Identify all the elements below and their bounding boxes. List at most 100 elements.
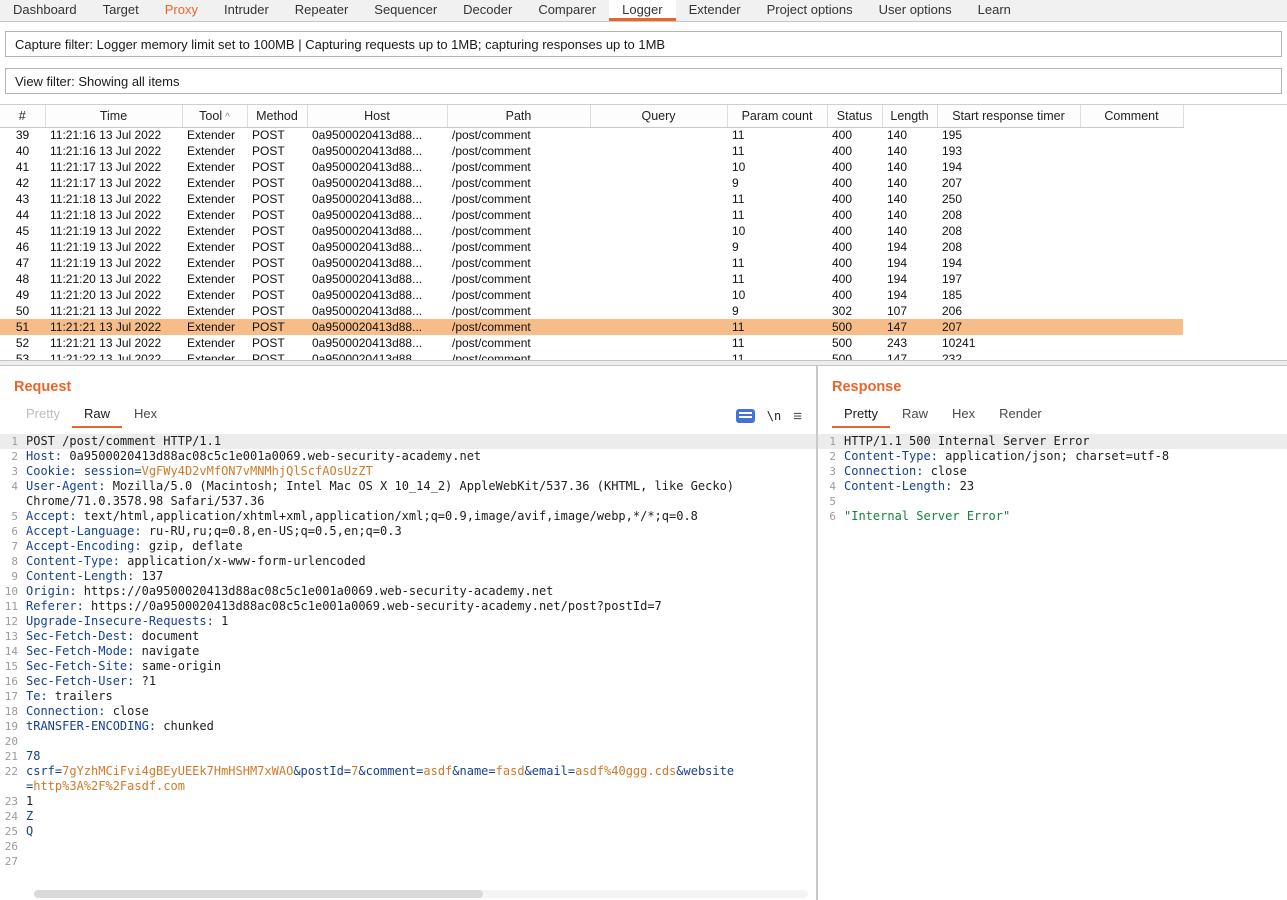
- code-line: 3Connection: close: [818, 464, 1287, 479]
- log-row[interactable]: 4711:21:19 13 Jul 2022ExtenderPOST0a9500…: [0, 255, 1183, 271]
- menu-tab-logger[interactable]: Logger: [609, 0, 675, 21]
- capture-filter-text: Capture filter: Logger memory limit set …: [15, 37, 665, 52]
- code-line: 2178: [0, 749, 816, 764]
- code-line: 17Te: trailers: [0, 689, 816, 704]
- request-tab-pretty[interactable]: Pretty: [14, 404, 72, 428]
- code-line: 20: [0, 734, 816, 749]
- column-header-status[interactable]: Status: [827, 105, 882, 127]
- log-row[interactable]: 5111:21:21 13 Jul 2022ExtenderPOST0a9500…: [0, 319, 1183, 335]
- column-header-query[interactable]: Query: [590, 105, 727, 127]
- log-row[interactable]: 4211:21:17 13 Jul 2022ExtenderPOST0a9500…: [0, 175, 1183, 191]
- log-table-container: #TimeTool^MethodHostPathQueryParam count…: [0, 104, 1287, 360]
- code-line: 7Accept-Encoding: gzip, deflate: [0, 539, 816, 554]
- menu-tab-user-options[interactable]: User options: [866, 0, 965, 21]
- response-tab-hex[interactable]: Hex: [940, 404, 987, 428]
- menu-tab-proxy[interactable]: Proxy: [152, 0, 211, 21]
- log-table-header-row: #TimeTool^MethodHostPathQueryParam count…: [0, 105, 1183, 127]
- menu-tab-learn[interactable]: Learn: [965, 0, 1024, 21]
- response-tab-raw[interactable]: Raw: [890, 404, 940, 428]
- response-title: Response: [818, 366, 1287, 404]
- column-header-start-response-timer[interactable]: Start response timer: [937, 105, 1080, 127]
- menu-tab-dashboard[interactable]: Dashboard: [0, 0, 90, 21]
- column-header-length[interactable]: Length: [882, 105, 937, 127]
- code-line: 13Sec-Fetch-Dest: document: [0, 629, 816, 644]
- sort-ascending-icon: ^: [225, 112, 230, 123]
- menu-tab-comparer[interactable]: Comparer: [525, 0, 609, 21]
- code-line: 4User-Agent: Mozilla/5.0 (Macintosh; Int…: [0, 479, 816, 509]
- code-line: 19tRANSFER-ENCODING: chunked: [0, 719, 816, 734]
- request-editor[interactable]: 1POST /post/comment HTTP/1.12Host: 0a950…: [0, 434, 816, 869]
- code-line: 6Accept-Language: ru-RU,ru;q=0.8,en-US;q…: [0, 524, 816, 539]
- main-menu-bar: DashboardTargetProxyIntruderRepeaterSequ…: [0, 0, 1287, 22]
- code-line: 14Sec-Fetch-Mode: navigate: [0, 644, 816, 659]
- code-line: 18Connection: close: [0, 704, 816, 719]
- code-line: 4Content-Length: 23: [818, 479, 1287, 494]
- log-row[interactable]: 4111:21:17 13 Jul 2022ExtenderPOST0a9500…: [0, 159, 1183, 175]
- log-row[interactable]: 4611:21:19 13 Jul 2022ExtenderPOST0a9500…: [0, 239, 1183, 255]
- code-line: 16Sec-Fetch-User: ?1: [0, 674, 816, 689]
- log-row[interactable]: 4911:21:20 13 Jul 2022ExtenderPOST0a9500…: [0, 287, 1183, 303]
- request-tab-hex[interactable]: Hex: [122, 404, 169, 428]
- code-line: 1HTTP/1.1 500 Internal Server Error: [818, 434, 1287, 449]
- log-row[interactable]: 5011:21:21 13 Jul 2022ExtenderPOST0a9500…: [0, 303, 1183, 319]
- pretty-format-icon[interactable]: [736, 409, 755, 423]
- menu-tab-target[interactable]: Target: [90, 0, 152, 21]
- request-horizontal-scrollbar[interactable]: [34, 890, 808, 898]
- nonprintable-chars-icon[interactable]: \n: [767, 409, 781, 423]
- column-header-number[interactable]: #: [0, 105, 45, 127]
- code-line: 1POST /post/comment HTTP/1.1: [0, 434, 816, 449]
- capture-filter-bar[interactable]: Capture filter: Logger memory limit set …: [5, 31, 1282, 57]
- code-line: 22csrf=7gYzhMCiFvi4gBEyUEEk7HmHSHM7xWAO&…: [0, 764, 816, 794]
- editor-menu-icon[interactable]: ≡: [793, 409, 802, 424]
- response-tabs: PrettyRawHexRender: [832, 404, 1054, 428]
- code-line: 6"Internal Server Error": [818, 509, 1287, 524]
- column-header-time[interactable]: Time: [45, 105, 182, 127]
- menu-tab-intruder[interactable]: Intruder: [211, 0, 282, 21]
- code-line: 11Referer: https://0a9500020413d88ac08c5…: [0, 599, 816, 614]
- request-toolbar: \n ≡: [736, 409, 802, 424]
- request-tab-raw[interactable]: Raw: [72, 404, 122, 428]
- column-header-path[interactable]: Path: [447, 105, 590, 127]
- log-row[interactable]: 3911:21:16 13 Jul 2022ExtenderPOST0a9500…: [0, 127, 1183, 143]
- code-line: 5: [818, 494, 1287, 509]
- log-row[interactable]: 5211:21:21 13 Jul 2022ExtenderPOST0a9500…: [0, 335, 1183, 351]
- log-row[interactable]: 4011:21:16 13 Jul 2022ExtenderPOST0a9500…: [0, 143, 1183, 159]
- column-header-param-count[interactable]: Param count: [727, 105, 827, 127]
- column-header-comment[interactable]: Comment: [1080, 105, 1183, 127]
- column-header-host[interactable]: Host: [307, 105, 447, 127]
- code-line: 26: [0, 839, 816, 854]
- column-header-method[interactable]: Method: [247, 105, 307, 127]
- log-table: #TimeTool^MethodHostPathQueryParam count…: [0, 105, 1184, 360]
- response-panel: Response PrettyRawHexRender 1HTTP/1.1 50…: [818, 366, 1287, 900]
- code-line: 9Content-Length: 137: [0, 569, 816, 584]
- log-row[interactable]: 4511:21:19 13 Jul 2022ExtenderPOST0a9500…: [0, 223, 1183, 239]
- response-editor[interactable]: 1HTTP/1.1 500 Internal Server Error2Cont…: [818, 434, 1287, 524]
- code-line: 231: [0, 794, 816, 809]
- code-line: 2Host: 0a9500020413d88ac08c5c1e001a0069.…: [0, 449, 816, 464]
- code-line: 27: [0, 854, 816, 869]
- scrollbar-thumb[interactable]: [34, 890, 483, 898]
- code-line: 25Q: [0, 824, 816, 839]
- menu-tab-sequencer[interactable]: Sequencer: [361, 0, 450, 21]
- column-header-tool[interactable]: Tool^: [182, 105, 247, 127]
- response-tabs-row: PrettyRawHexRender: [818, 404, 1287, 428]
- request-title: Request: [0, 366, 816, 404]
- code-line: 10Origin: https://0a9500020413d88ac08c5c…: [0, 584, 816, 599]
- code-line: 5Accept: text/html,application/xhtml+xml…: [0, 509, 816, 524]
- log-row[interactable]: 4811:21:20 13 Jul 2022ExtenderPOST0a9500…: [0, 271, 1183, 287]
- response-tab-pretty[interactable]: Pretty: [832, 404, 890, 428]
- view-filter-bar[interactable]: View filter: Showing all items: [5, 68, 1282, 94]
- menu-tab-decoder[interactable]: Decoder: [450, 0, 525, 21]
- log-row[interactable]: 4311:21:18 13 Jul 2022ExtenderPOST0a9500…: [0, 191, 1183, 207]
- request-panel: Request PrettyRawHex \n ≡ 1POST /post/co…: [0, 366, 818, 900]
- view-filter-text: View filter: Showing all items: [15, 74, 180, 89]
- menu-tab-extender[interactable]: Extender: [676, 0, 754, 21]
- response-tab-render[interactable]: Render: [987, 404, 1054, 428]
- code-line: 8Content-Type: application/x-www-form-ur…: [0, 554, 816, 569]
- log-row[interactable]: 4411:21:18 13 Jul 2022ExtenderPOST0a9500…: [0, 207, 1183, 223]
- menu-tab-repeater[interactable]: Repeater: [282, 0, 361, 21]
- code-line: 12Upgrade-Insecure-Requests: 1: [0, 614, 816, 629]
- menu-tab-project-options[interactable]: Project options: [754, 0, 866, 21]
- log-row[interactable]: 5311:21:22 13 Jul 2022ExtenderPOST0a9500…: [0, 351, 1183, 360]
- message-editors: Request PrettyRawHex \n ≡ 1POST /post/co…: [0, 366, 1287, 900]
